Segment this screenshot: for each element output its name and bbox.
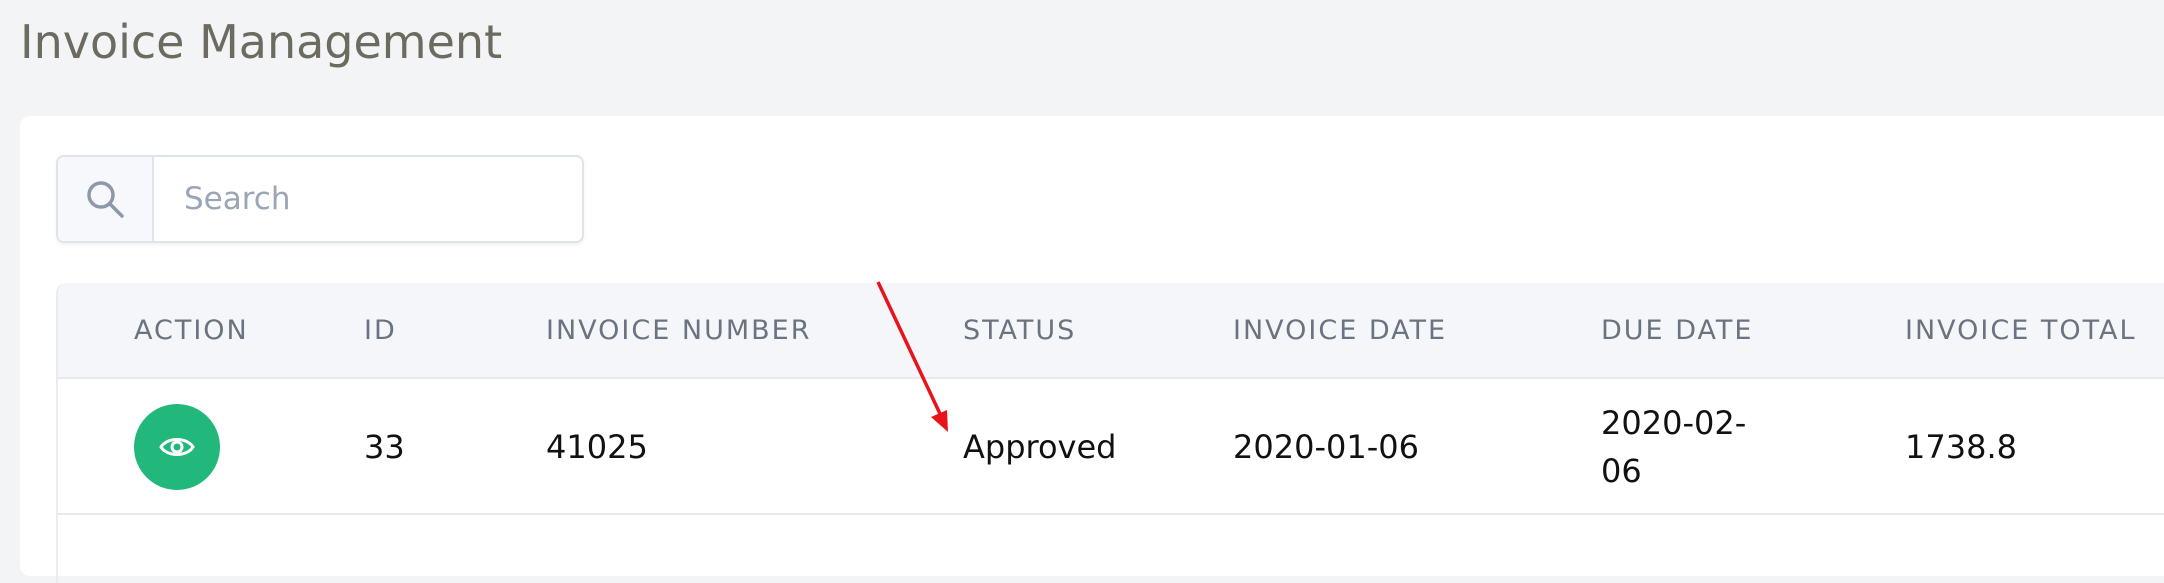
invoice-table: ACTION ID INVOICE NUMBER STATUS INVOICE …	[56, 283, 2164, 583]
header-due-date[interactable]: DUE DATE	[1601, 283, 1753, 379]
cell-status: Approved	[963, 428, 1117, 466]
table-row: 33 41025 Approved 2020-01-06 2020-02-06 …	[58, 379, 2164, 515]
header-invoice-date[interactable]: INVOICE DATE	[1233, 283, 1447, 379]
search-box[interactable]	[56, 155, 584, 243]
header-invoice-total[interactable]: INVOICE TOTAL	[1905, 283, 2137, 379]
header-action[interactable]: ACTION	[134, 283, 249, 379]
page-title: Invoice Management	[20, 15, 503, 69]
header-status[interactable]: STATUS	[963, 283, 1076, 379]
cell-invoice-date: 2020-01-06	[1233, 428, 1419, 466]
search-input[interactable]	[154, 157, 582, 241]
content-card: ACTION ID INVOICE NUMBER STATUS INVOICE …	[20, 116, 2164, 583]
cell-invoice-number: 41025	[546, 428, 648, 466]
header-invoice-number[interactable]: INVOICE NUMBER	[546, 283, 811, 379]
table-header-row: ACTION ID INVOICE NUMBER STATUS INVOICE …	[58, 283, 2164, 379]
search-icon	[87, 181, 124, 218]
view-invoice-button[interactable]	[134, 404, 220, 490]
action-cell	[134, 379, 220, 515]
eye-icon	[159, 438, 195, 456]
header-id[interactable]: ID	[364, 283, 397, 379]
search-addon[interactable]	[58, 157, 154, 241]
cell-id: 33	[364, 428, 405, 466]
cell-due-date: 2020-02-06	[1601, 404, 1747, 490]
cell-invoice-total: 1738.8	[1905, 428, 2017, 466]
